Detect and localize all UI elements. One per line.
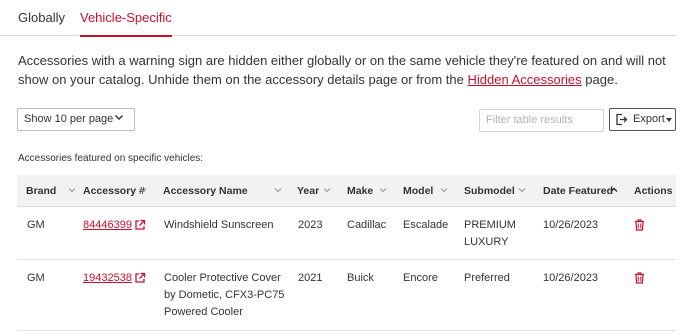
cell-year: 2023 bbox=[298, 219, 323, 231]
column-header-accessory-number[interactable]: Accessory # bbox=[83, 185, 147, 197]
cell-submodel-line: LUXURY bbox=[464, 236, 509, 248]
table-header: Brand Accessory # Accessory Name Year Ma… bbox=[17, 175, 676, 207]
sort-chevron-icon bbox=[379, 188, 387, 193]
table-row: GM 19432538 Cooler Protective Cover by D… bbox=[17, 261, 676, 331]
column-header-year[interactable]: Year bbox=[297, 185, 331, 197]
cell-model: Escalade bbox=[403, 219, 449, 231]
tab-vehicle-specific[interactable]: Vehicle-Specific bbox=[80, 10, 172, 37]
cell-submodel-line: Preferred bbox=[464, 272, 510, 284]
column-label: Submodel bbox=[464, 185, 515, 197]
filter-placeholder: Filter table results bbox=[486, 114, 573, 126]
column-header-accessory-name[interactable]: Accessory Name bbox=[163, 185, 282, 197]
column-header-submodel[interactable]: Submodel bbox=[464, 185, 526, 197]
sort-chevron-icon bbox=[139, 188, 147, 193]
section-label: Accessories featured on specific vehicle… bbox=[18, 153, 204, 164]
column-header-date-featured[interactable]: Date Featured bbox=[543, 185, 618, 197]
cell-make: Cadillac bbox=[347, 219, 387, 231]
trash-icon[interactable] bbox=[634, 219, 645, 231]
column-label: Year bbox=[297, 185, 320, 197]
accessory-number-link[interactable]: 84446399 bbox=[83, 217, 132, 234]
cell-accessory-name-line: Cooler Protective Cover bbox=[164, 272, 281, 284]
description-text: Accessories with a warning sign are hidd… bbox=[18, 51, 682, 89]
sort-chevron-icon bbox=[68, 188, 76, 193]
table-row: GM 84446399 Windshield Sunscreen 2023 Ca… bbox=[17, 208, 676, 260]
cell-brand: GM bbox=[27, 272, 45, 284]
tab-bar: Globally Vehicle-Specific bbox=[0, 0, 676, 37]
chevron-down-icon bbox=[115, 115, 123, 120]
sort-chevron-icon bbox=[440, 188, 448, 193]
per-page-value: Show 10 per page bbox=[24, 113, 114, 125]
export-label: Export bbox=[633, 113, 665, 125]
tab-globally[interactable]: Globally bbox=[18, 10, 65, 25]
cell-accessory-name-line: by Dometic, CFX3-PC75 bbox=[164, 289, 285, 301]
cell-make: Buick bbox=[347, 272, 374, 284]
cell-date-featured: 10/26/2023 bbox=[543, 219, 599, 231]
accessory-number-link[interactable]: 19432538 bbox=[83, 270, 132, 287]
column-label: Accessory # bbox=[83, 185, 145, 197]
description-text-after: page. bbox=[581, 72, 618, 87]
column-label: Accessory Name bbox=[163, 185, 248, 197]
column-label: Make bbox=[347, 185, 374, 197]
per-page-select[interactable]: Show 10 per page bbox=[17, 108, 135, 131]
column-label: Model bbox=[403, 185, 434, 197]
cell-submodel-line: PREMIUM bbox=[464, 219, 516, 231]
external-link-icon[interactable] bbox=[134, 219, 146, 231]
cell-brand: GM bbox=[27, 219, 45, 231]
cell-accessory-name-line: Powered Cooler bbox=[164, 306, 243, 318]
column-header-model[interactable]: Model bbox=[403, 185, 448, 197]
sort-chevron-icon bbox=[274, 188, 282, 193]
cell-year: 2021 bbox=[298, 272, 323, 284]
export-icon bbox=[616, 113, 628, 126]
export-button[interactable]: Export bbox=[609, 108, 676, 131]
sort-chevron-icon bbox=[323, 188, 331, 193]
caret-down-icon bbox=[666, 118, 672, 122]
cell-accessory-name: Windshield Sunscreen bbox=[164, 219, 274, 231]
sort-chevron-icon bbox=[518, 188, 526, 193]
filter-table-input[interactable]: Filter table results bbox=[479, 109, 604, 132]
sort-ascending-icon bbox=[610, 187, 618, 193]
column-label: Date Featured bbox=[543, 185, 614, 197]
cell-model: Encore bbox=[403, 272, 438, 284]
column-header-actions: Actions bbox=[634, 185, 673, 197]
column-header-brand[interactable]: Brand bbox=[26, 185, 76, 197]
hidden-accessories-link[interactable]: Hidden Accessories bbox=[467, 72, 581, 87]
column-label: Brand bbox=[26, 185, 57, 197]
trash-icon[interactable] bbox=[634, 272, 645, 284]
cell-date-featured: 10/26/2023 bbox=[543, 272, 599, 284]
column-header-make[interactable]: Make bbox=[347, 185, 387, 197]
external-link-icon[interactable] bbox=[134, 272, 146, 284]
